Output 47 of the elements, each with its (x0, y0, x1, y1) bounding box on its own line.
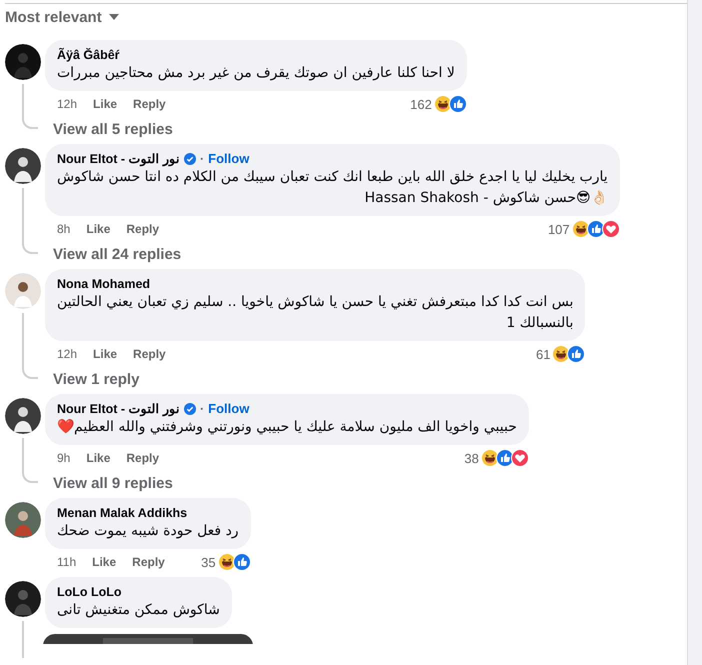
view-replies-link[interactable]: View all 24 replies (45, 238, 182, 263)
follow-link[interactable]: Follow (208, 401, 250, 417)
timestamp: 11h (57, 555, 76, 569)
timestamp: 8h (57, 222, 70, 236)
reply-link[interactable]: Reply (126, 222, 160, 236)
like-link[interactable]: Like (86, 451, 110, 465)
author-name[interactable]: LoLo LoLo (57, 584, 122, 600)
comment-text: حبيبي واخويا الف مليون سلامة عليك يا حبيبي ونورتني وشرفتني والله العظيم❤ (57, 418, 517, 437)
avatar[interactable] (5, 273, 41, 309)
follow-link[interactable]: Follow (208, 151, 250, 167)
view-replies-link[interactable]: View 1 reply (45, 363, 140, 388)
reply-link[interactable]: Reply (126, 451, 160, 465)
comment-text: يارب يخليك ليا يا اجدع خلق الله باين طبعا انك كنت تعبان سيبك من الكلام ده انتا حسن شاكوش 👌🏻😎حسن شاكوش - Hassan Shakosh (57, 168, 608, 208)
separator-dot: · (200, 401, 204, 417)
author-name[interactable]: Nour Eltot - نور التوت (57, 151, 180, 167)
like-link[interactable]: Like (93, 97, 118, 111)
comment-text: رد فعل حودة شيبه يموت ضحك (57, 522, 239, 541)
timestamp: 12h (57, 347, 78, 361)
author-name[interactable]: Menan Malak Addikhs (57, 505, 188, 521)
reaction-count[interactable]: 61 (536, 346, 550, 362)
timestamp: 9h (57, 451, 70, 465)
avatar[interactable] (5, 581, 41, 617)
author-name[interactable]: Nona Mohamed (57, 276, 150, 292)
author-name[interactable]: Ãÿâ Ğâbêŕ (57, 47, 120, 63)
like-link[interactable]: Like (92, 555, 116, 569)
separator-dot: · (200, 151, 204, 167)
comment-text: شاكوش ممكن متغنيش تانى (57, 601, 220, 620)
view-replies-link[interactable]: View all 9 replies (45, 467, 173, 492)
author-name[interactable]: Nour Eltot - نور التوت (57, 401, 180, 417)
avatar[interactable] (5, 148, 41, 184)
comment-text: بس انت كدا كدا مبتعرفش تغني يا حسن يا شاكوش ياخويا .. سليم زي تعبان يعني الحالتين بالنسبالك 1 (57, 293, 574, 333)
like-link[interactable]: Like (93, 347, 118, 361)
reaction-count[interactable]: 162 (410, 96, 432, 112)
reaction-count[interactable]: 35 (201, 554, 216, 570)
avatar[interactable] (5, 44, 41, 80)
view-replies-link[interactable]: View all 5 replies (45, 113, 173, 138)
reply-link[interactable]: Reply (133, 97, 166, 111)
caret-icon (108, 13, 120, 21)
reply-link[interactable]: Reply (132, 555, 165, 569)
reaction-count[interactable]: 38 (464, 450, 479, 466)
comment-text: لا احنا كلنا عارفين ان صوتك يقرف من غير برد مش محتاجين مبررات (57, 64, 455, 83)
sort-dropdown[interactable]: Most relevant (5, 6, 120, 28)
reaction-count[interactable]: 107 (548, 222, 570, 236)
reply-link[interactable]: Reply (133, 347, 166, 361)
like-link[interactable]: Like (86, 222, 110, 236)
avatar[interactable] (5, 398, 41, 434)
timestamp: 12h (57, 97, 78, 111)
